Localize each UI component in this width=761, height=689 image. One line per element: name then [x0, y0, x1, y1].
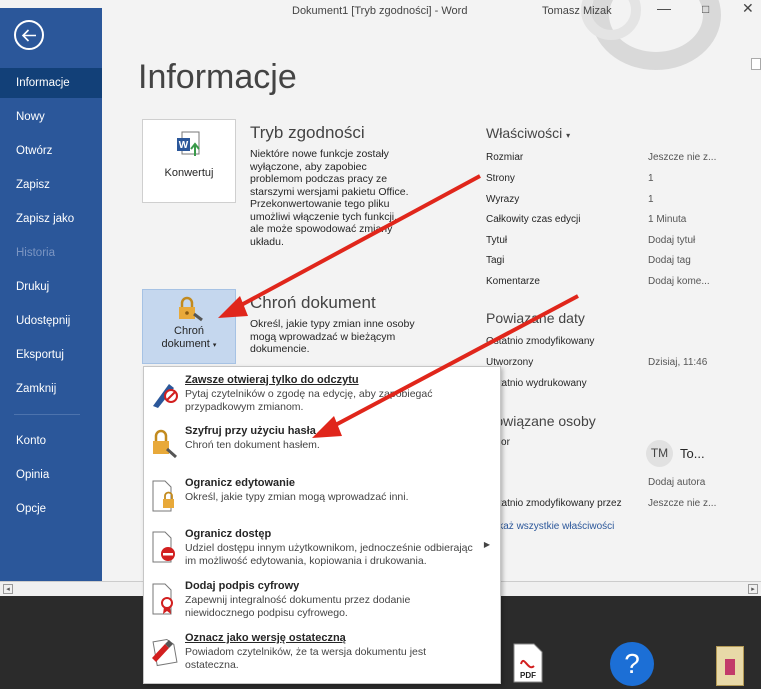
red-arrow-1	[218, 174, 481, 318]
red-arrow-2	[312, 294, 579, 438]
annotation-arrows	[218, 174, 579, 438]
